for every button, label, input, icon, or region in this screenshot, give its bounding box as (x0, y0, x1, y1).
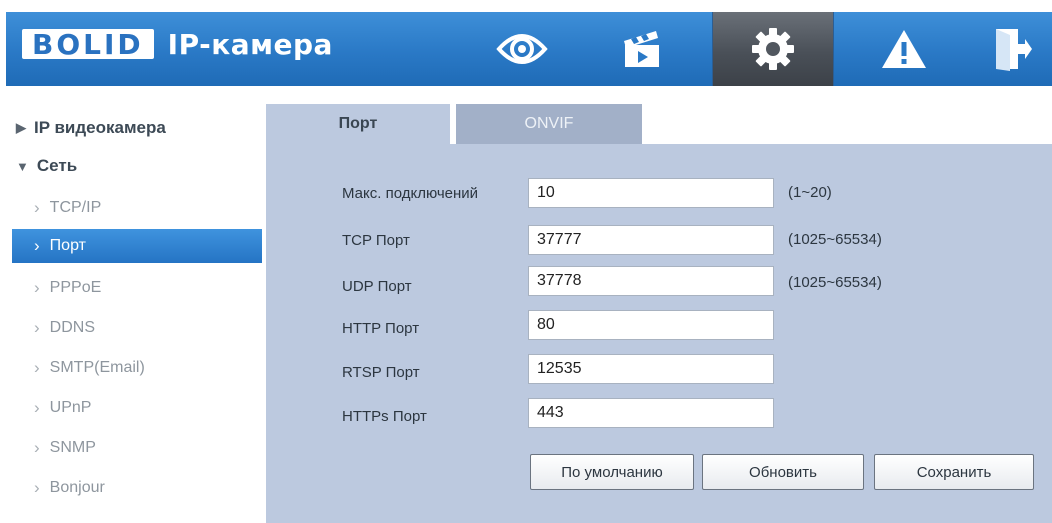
logo: BOLID IP-камера (22, 26, 333, 62)
top-header: BOLID IP-камера (6, 12, 1052, 86)
sidebar-item-label: PPPoE (49, 279, 102, 296)
gear-icon (752, 28, 794, 70)
clapperboard-icon (624, 31, 659, 67)
udp-port-label: UDP Порт (342, 278, 412, 295)
sidebar-category-label: IP видеокамера (34, 118, 166, 137)
logo-brand: BOLID (22, 28, 154, 61)
nav-alarm-button[interactable] (844, 12, 964, 86)
sidebar-item-upnp[interactable]: › UPnP (12, 391, 262, 425)
chevron-right-icon: › (34, 278, 40, 297)
sidebar-item-snmp[interactable]: › SNMP (12, 431, 262, 465)
max-connections-label: Макс. подключений (342, 185, 479, 202)
default-button[interactable]: По умолчанию (530, 454, 694, 490)
logo-title: IP-камера (167, 27, 333, 61)
chevron-right-icon: › (34, 318, 40, 337)
settings-panel: Порт ONVIF Макс. подключений (1~20) TCP … (266, 98, 1052, 523)
rtsp-port-label: RTSP Порт (342, 364, 420, 381)
sidebar-item-label: Порт (49, 237, 86, 254)
sidebar-item-smtp[interactable]: › SMTP(Email) (12, 351, 262, 385)
http-port-label: HTTP Порт (342, 320, 420, 337)
save-button[interactable]: Сохранить (874, 454, 1034, 490)
eye-icon (496, 34, 548, 64)
sidebar-item-ddns[interactable]: › DDNS (12, 311, 262, 345)
https-port-label: HTTPs Порт (342, 408, 427, 425)
sidebar-item-port[interactable]: › Порт (12, 229, 262, 263)
tab-port[interactable]: Порт (266, 104, 450, 144)
udp-port-input[interactable] (528, 266, 774, 296)
tcp-port-input[interactable] (528, 225, 774, 255)
sidebar-item-label: Bonjour (49, 479, 105, 496)
sidebar-category-network[interactable]: ▼ Сеть (16, 156, 77, 176)
sidebar-item-bonjour[interactable]: › Bonjour (12, 471, 262, 505)
nav-live-view-button[interactable] (462, 12, 582, 86)
sidebar-item-pppoe[interactable]: › PPPoE (12, 271, 262, 305)
chevron-right-icon: › (34, 438, 40, 457)
sidebar-item-label: SNMP (49, 439, 96, 456)
chevron-right-icon: › (34, 198, 40, 217)
sidebar-item-label: DDNS (49, 319, 96, 336)
triangle-down-icon: ▼ (16, 158, 29, 174)
udp-port-range: (1025~65534) (788, 274, 882, 291)
logout-icon (996, 29, 1032, 71)
max-connections-range: (1~20) (788, 184, 832, 201)
nav-logout-button[interactable] (972, 12, 1052, 86)
sidebar-item-tcpip[interactable]: › TCP/IP (12, 191, 262, 225)
sidebar-item-label: UPnP (49, 399, 92, 416)
tcp-port-label: TCP Порт (342, 232, 410, 249)
https-port-input[interactable] (528, 398, 774, 428)
sidebar: ▶ IP видеокамера ▼ Сеть › TCP/IP › Порт … (0, 98, 262, 523)
nav-settings-button[interactable] (712, 12, 834, 86)
triangle-right-icon: ▶ (16, 120, 26, 135)
nav-playback-button[interactable] (582, 12, 702, 86)
chevron-right-icon: › (34, 358, 40, 377)
chevron-right-icon: › (34, 398, 40, 417)
http-port-input[interactable] (528, 310, 774, 340)
sidebar-category-label: Сеть (36, 156, 78, 175)
tab-bar: Порт ONVIF (266, 98, 1052, 144)
chevron-right-icon: › (34, 478, 40, 497)
tab-onvif[interactable]: ONVIF (456, 104, 642, 144)
warning-icon (882, 30, 926, 68)
sidebar-item-label: TCP/IP (49, 199, 102, 216)
sidebar-item-label: SMTP(Email) (49, 359, 145, 376)
sidebar-category-ip-camera[interactable]: ▶ IP видеокамера (16, 118, 166, 138)
max-connections-input[interactable] (528, 178, 774, 208)
rtsp-port-input[interactable] (528, 354, 774, 384)
tcp-port-range: (1025~65534) (788, 231, 882, 248)
refresh-button[interactable]: Обновить (702, 454, 864, 490)
chevron-right-icon: › (34, 236, 40, 255)
